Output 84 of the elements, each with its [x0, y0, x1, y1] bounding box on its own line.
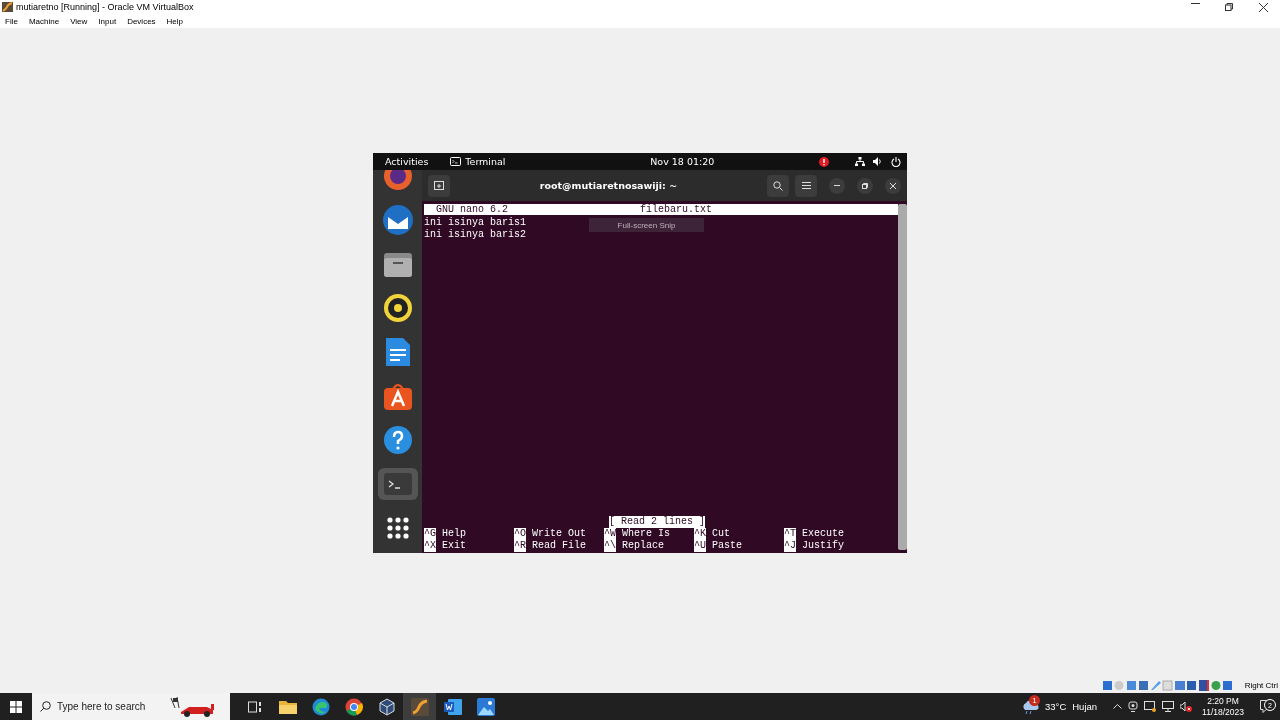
shortcut-label: Execute	[802, 528, 845, 540]
restore-icon[interactable]	[862, 182, 868, 189]
tooltip: Full-screen Snip	[589, 218, 704, 232]
window-title: mutiaretno [Running] - Oracle VM VirtualBox	[16, 2, 194, 12]
display-icon[interactable]	[1144, 701, 1157, 712]
shortcut-key: ^\	[604, 540, 616, 552]
scrollbar[interactable]	[898, 204, 907, 550]
shortcut-key: ^T	[784, 528, 796, 540]
menu-icon[interactable]	[801, 182, 811, 189]
word-icon[interactable]	[443, 698, 462, 715]
clock[interactable]: Nov 18 01:20	[610, 156, 715, 167]
close-icon[interactable]	[1258, 2, 1268, 12]
restore-button[interactable]	[857, 177, 873, 194]
wave-icon[interactable]	[311, 697, 330, 716]
temperature: 33°C	[1045, 701, 1067, 712]
text-line: ini isinya baris2	[424, 229, 527, 240]
shortcut-label: Help	[442, 528, 467, 540]
shortcut-label: Where Is	[622, 528, 671, 540]
restore-icon[interactable]	[1225, 2, 1233, 11]
nano-version: GNU nano 6.2	[435, 204, 509, 215]
search-button[interactable]	[767, 174, 789, 197]
time[interactable]: 2:20 PM	[1207, 695, 1239, 707]
photos-icon[interactable]	[476, 697, 495, 716]
minimize-button[interactable]	[829, 177, 845, 194]
activities-button[interactable]: Activities	[385, 156, 429, 167]
menu-item[interactable]: Machine	[28, 16, 60, 26]
shortcut-label: Exit	[442, 540, 467, 552]
window-title: root@mutiaretnosawiji: ~	[538, 180, 679, 191]
shortcut-key: ^W	[604, 528, 616, 540]
volume-icon[interactable]	[873, 157, 883, 166]
app-logo-icon	[2, 2, 13, 12]
search-icon[interactable]	[773, 180, 783, 191]
file-name: filebaru.txt	[640, 204, 712, 215]
windows-logo-icon[interactable]	[10, 700, 22, 713]
webcam-icon[interactable]	[1128, 701, 1139, 712]
task-view-icon[interactable]	[247, 700, 262, 713]
network-icon[interactable]	[1162, 701, 1175, 712]
shortcut-label: Replace	[622, 540, 665, 552]
new-tab-icon[interactable]	[434, 181, 444, 190]
menu-item[interactable]: File	[5, 16, 18, 26]
terminal-icon[interactable]	[383, 473, 412, 495]
shortcut-key: ^X	[424, 540, 436, 552]
terminal-icon	[450, 157, 462, 166]
date[interactable]: 11/18/2023	[1202, 706, 1244, 718]
shortcut-key: ^K	[694, 528, 706, 540]
shortcut-key: ^O	[514, 528, 526, 540]
chevron-up-icon[interactable]	[1113, 704, 1123, 709]
weather-condition: Hujan	[1072, 701, 1098, 712]
shortcut-label: Write Out	[532, 528, 587, 540]
taskbar-app[interactable]	[403, 693, 436, 720]
shortcut-key: ^J	[784, 540, 796, 552]
notification-badge: 1	[1029, 694, 1040, 706]
app-grid-icon[interactable]	[386, 517, 409, 539]
power-icon[interactable]	[891, 156, 901, 167]
menu-item[interactable]: Input	[98, 16, 117, 26]
menu-item[interactable]: Devices	[127, 16, 156, 26]
app-logo-icon[interactable]	[410, 697, 429, 716]
shortcut-label: Cut	[712, 528, 731, 540]
menu-button[interactable]	[795, 174, 817, 197]
network-icon[interactable]	[855, 157, 865, 166]
minimize-icon[interactable]	[1190, 2, 1200, 4]
host-key-label: Right Ctrl	[1244, 681, 1278, 690]
menu-item[interactable]: Help	[166, 16, 184, 26]
search-icon	[40, 701, 51, 712]
race-car-drawing	[167, 695, 217, 718]
shortcut-label: Read File	[532, 540, 587, 552]
circle-logo-icon[interactable]	[344, 697, 363, 716]
text-line: ini isinya baris1	[424, 217, 527, 228]
close-button[interactable]	[885, 177, 901, 194]
new-tab-button[interactable]	[428, 174, 450, 197]
muted-speaker-icon[interactable]	[1180, 701, 1193, 712]
cube-icon[interactable]	[378, 697, 395, 716]
status-message: [ Read 2 lines ]	[609, 516, 705, 528]
shortcut-key: ^R	[514, 540, 526, 552]
document-icon[interactable]	[384, 337, 411, 367]
shortcut-key: ^U	[694, 540, 706, 552]
menu-item[interactable]: View	[70, 16, 88, 26]
browser-icon[interactable]	[382, 170, 413, 191]
shortcut-label: Paste	[712, 540, 743, 552]
app-menu[interactable]: Terminal	[465, 156, 506, 167]
shortcut-label: Justify	[802, 540, 845, 552]
alert-icon[interactable]	[819, 156, 829, 167]
shortcut-key: ^G	[424, 528, 436, 540]
folder-icon[interactable]	[278, 699, 297, 714]
